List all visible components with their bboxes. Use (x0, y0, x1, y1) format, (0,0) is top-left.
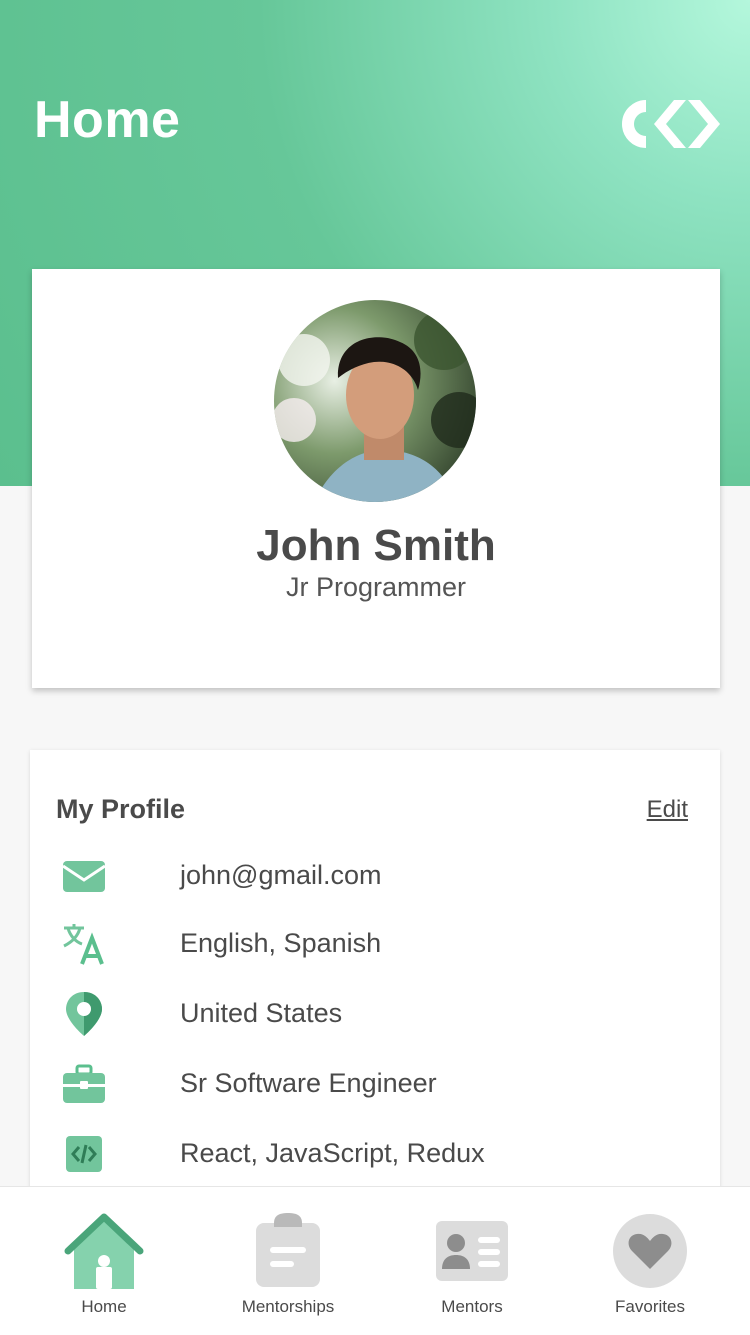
avatar[interactable] (274, 300, 476, 502)
contact-card-icon (432, 1211, 512, 1291)
heart-icon (610, 1211, 690, 1291)
home-icon (64, 1211, 144, 1291)
user-name: John Smith (256, 521, 496, 570)
profile-email-text: john@gmail.com (180, 860, 382, 890)
profile-card: John Smith Jr Programmer (32, 269, 720, 688)
briefcase-icon (60, 1060, 108, 1108)
bottom-nav: Home Mentorships Mentors Favorites (0, 1186, 750, 1335)
user-role: Jr Programmer (285, 572, 467, 602)
nav-label-mentors: Mentors (441, 1297, 503, 1316)
nav-item-favorites[interactable]: Favorites (560, 1187, 740, 1335)
nav-item-mentorships[interactable]: Mentorships (198, 1187, 378, 1335)
profile-location-text: United States (180, 998, 343, 1028)
profile-languages-row: English, Spanish (60, 920, 700, 970)
profile-email-row: john@gmail.com (60, 852, 700, 902)
profile-skills-row: React, JavaScript, Redux (60, 1130, 700, 1180)
page-title: Home (34, 91, 181, 149)
profile-job-row: Sr Software Engineer (60, 1060, 700, 1110)
nav-label-mentorships: Mentorships (241, 1297, 335, 1316)
profile-skills-text: React, JavaScript, Redux (180, 1138, 485, 1168)
translate-icon (60, 920, 108, 968)
profile-location-row: United States (60, 990, 700, 1040)
nav-label-favorites: Favorites (615, 1297, 685, 1316)
location-pin-icon (60, 990, 108, 1038)
profile-job-text: Sr Software Engineer (180, 1068, 437, 1098)
mail-icon (60, 852, 108, 900)
details-title: My Profile (56, 794, 186, 824)
profile-languages-text: English, Spanish (180, 928, 382, 958)
profile-details-card: My Profile Edit john@gmail.com English, … (30, 750, 720, 1230)
brand-logo-icon (608, 92, 720, 156)
nav-item-mentors[interactable]: Mentors (382, 1187, 562, 1335)
nav-item-home[interactable]: Home (14, 1187, 194, 1335)
clipboard-icon (248, 1211, 328, 1291)
code-icon (60, 1130, 108, 1178)
edit-profile-link[interactable]: Edit (647, 796, 688, 824)
nav-label-home: Home (81, 1297, 127, 1316)
